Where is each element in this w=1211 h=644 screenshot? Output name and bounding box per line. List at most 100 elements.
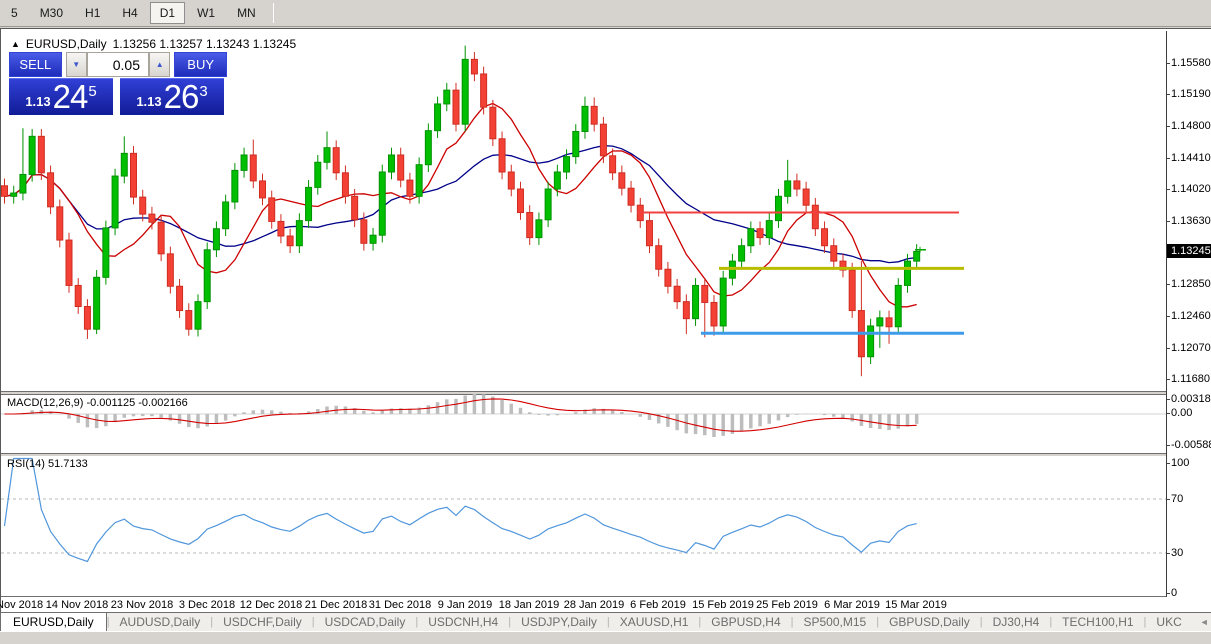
date-axis-label: 5 Nov 2018 <box>0 599 43 611</box>
timeframe-button-m30[interactable]: M30 <box>30 2 73 24</box>
chart-tab-eurusd-daily[interactable]: EURUSD,Daily <box>0 612 107 632</box>
date-axis: 5 Nov 201814 Nov 201823 Nov 20183 Dec 20… <box>1 597 1166 613</box>
candle-body <box>241 155 247 170</box>
candle-body <box>425 131 431 165</box>
chart-tab-usdcnh-h4[interactable]: USDCNH,H4 <box>418 614 508 630</box>
candle-body <box>527 213 533 238</box>
candle-body <box>11 193 17 196</box>
candle-body <box>94 277 100 329</box>
timeframe-button-h4[interactable]: H4 <box>112 2 147 24</box>
candle-body <box>545 189 551 220</box>
candle-body <box>886 318 892 327</box>
timeframe-button-h1[interactable]: H1 <box>75 2 110 24</box>
main-chart-pane[interactable]: ▲ EURUSD,Daily 1.13256 1.13257 1.13243 1… <box>1 31 1166 393</box>
candle-body <box>287 236 293 246</box>
rsi-axis-label: 0 <box>1171 587 1177 599</box>
macd-label: MACD(12,26,9) -0.001125 -0.002166 <box>7 397 188 409</box>
chart-tab-dj30-h4[interactable]: DJ30,H4 <box>983 614 1050 630</box>
candle-body <box>499 139 505 172</box>
date-axis-label: 3 Dec 2018 <box>179 599 235 611</box>
chart-ohlc-quote: 1.13256 1.13257 1.13243 1.13245 <box>113 37 297 51</box>
date-axis-label: 15 Mar 2019 <box>885 599 947 611</box>
macd-axis-label: 0.003188 <box>1171 393 1211 405</box>
toolbar-separator <box>273 3 274 23</box>
candle-body <box>564 157 570 172</box>
chart-tab-gbpusd-daily[interactable]: GBPUSD,Daily <box>879 614 980 630</box>
macd-pane[interactable]: MACD(12,26,9) -0.001125 -0.002166 <box>1 395 1166 453</box>
sell-price-pip: 5 <box>88 83 96 100</box>
candle-body <box>29 136 35 174</box>
timeframe-button-w1[interactable]: W1 <box>187 2 225 24</box>
candle-body <box>600 124 606 156</box>
chart-tab-xauusd-h1[interactable]: XAUUSD,H1 <box>610 614 699 630</box>
macd-axis-label: -0.005889 <box>1171 439 1211 451</box>
chart-header: ▲ EURUSD,Daily 1.13256 1.13257 1.13243 1… <box>11 37 296 51</box>
candle-body <box>112 176 118 228</box>
candle-body <box>785 181 791 196</box>
chart-tab-ukc[interactable]: UKC <box>1146 614 1191 630</box>
timeframe-button-d1[interactable]: D1 <box>150 2 185 24</box>
chart-tab-tech100-h1[interactable]: TECH100,H1 <box>1052 614 1143 630</box>
volume-increase-button[interactable]: ▲ <box>149 52 170 77</box>
candle-body <box>628 188 634 205</box>
candle-body <box>536 220 542 238</box>
candle-body <box>775 196 781 220</box>
sell-price-tile[interactable]: 1.13 24 5 <box>9 78 113 115</box>
rsi-line <box>5 459 917 562</box>
volume-input[interactable] <box>87 52 149 77</box>
candle-body <box>711 302 717 325</box>
axis-divider <box>1166 31 1167 597</box>
candle-body <box>868 326 874 357</box>
date-axis-label: 12 Dec 2018 <box>240 599 302 611</box>
candle-body <box>573 131 579 156</box>
date-axis-label: 6 Mar 2019 <box>824 599 880 611</box>
price-axis-label: 1.12460 <box>1171 310 1211 322</box>
chart-tab-usdchf-daily[interactable]: USDCHF,Daily <box>213 614 312 630</box>
candle-body <box>370 235 376 243</box>
status-strip <box>0 631 1211 644</box>
candle-body <box>213 229 219 250</box>
sell-price-prefix: 1.13 <box>25 94 50 109</box>
chart-tab-sp500-m15[interactable]: SP500,M15 <box>794 614 877 630</box>
candle-body <box>693 285 699 318</box>
timeframe-button-5[interactable]: 5 <box>1 2 28 24</box>
buy-price-tile[interactable]: 1.13 26 3 <box>120 78 224 115</box>
chart-tab-gbpusd-h4[interactable]: GBPUSD,H4 <box>701 614 790 630</box>
price-axis: 1.155801.151901.148001.144101.140201.136… <box>1167 31 1211 615</box>
candle-body <box>259 181 265 198</box>
candle-body <box>904 261 910 285</box>
chart-tab-audusd-daily[interactable]: AUDUSD,Daily <box>110 614 211 630</box>
candle-body <box>646 221 652 246</box>
candle-body <box>158 222 164 254</box>
timeframe-button-mn[interactable]: MN <box>227 2 266 24</box>
candle-body <box>803 189 809 205</box>
candle-body <box>48 173 54 207</box>
date-axis-label: 14 Nov 2018 <box>46 599 108 611</box>
sell-price-big: 24 <box>53 82 88 112</box>
collapse-arrow-icon[interactable]: ▲ <box>11 39 20 49</box>
candle-body <box>361 220 367 243</box>
rsi-pane[interactable]: RSI(14) 51.7133 <box>1 456 1166 596</box>
candle-body <box>674 286 680 301</box>
candle-body <box>324 148 330 163</box>
candle-body <box>75 285 81 306</box>
candle-body <box>757 229 763 238</box>
date-axis-label: 15 Feb 2019 <box>692 599 754 611</box>
candle-body <box>619 173 625 188</box>
candle-body <box>398 155 404 180</box>
tabs-scroll-left-icon[interactable]: ◄ <box>1200 617 1209 627</box>
symbol-tabs-bar: EURUSD,Daily|AUDUSD,Daily|USDCHF,Daily|U… <box>0 612 1211 631</box>
buy-button[interactable]: BUY <box>174 52 227 77</box>
candle-body <box>720 278 726 326</box>
date-axis-label: 31 Dec 2018 <box>369 599 431 611</box>
volume-decrease-button[interactable]: ▼ <box>66 52 87 77</box>
chart-tab-usdjpy-daily[interactable]: USDJPY,Daily <box>511 614 607 630</box>
sell-button[interactable]: SELL <box>9 52 62 77</box>
date-axis-label: 25 Feb 2019 <box>756 599 818 611</box>
candle-body <box>554 172 560 189</box>
candle-body <box>232 170 238 202</box>
chart-tab-usdcad-daily[interactable]: USDCAD,Daily <box>315 614 416 630</box>
rsi-axis-label: 100 <box>1171 457 1189 469</box>
price-axis-label: 1.13630 <box>1171 215 1211 227</box>
candle-body <box>849 270 855 311</box>
